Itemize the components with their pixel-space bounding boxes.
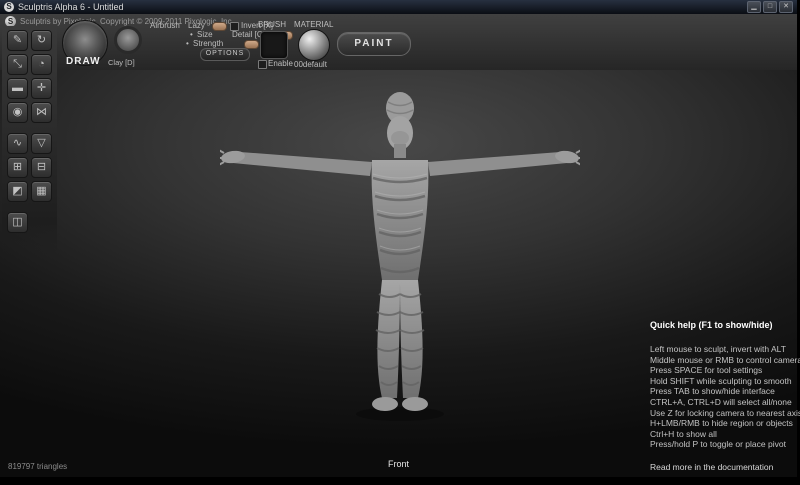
window-title: Sculptris Alpha 6 - Untitled	[18, 2, 747, 12]
airbrush-toggle[interactable]: Airbrush	[150, 21, 180, 30]
tool-symmetry[interactable]: ◫	[7, 212, 28, 233]
maximize-button[interactable]: □	[763, 1, 777, 13]
toolbar: S Sculptris by Pixologic. Copyright © 20…	[0, 14, 797, 71]
options-button[interactable]: OPTIONS	[200, 48, 250, 61]
strength-label: Strength	[193, 39, 223, 48]
help-line: Press SPACE for tool settings	[650, 365, 795, 376]
close-button[interactable]: ✕	[779, 1, 793, 13]
app-icon: S	[4, 2, 14, 12]
clay-label: Clay [D]	[108, 58, 135, 67]
tool-inflate[interactable]: ◉	[7, 102, 28, 123]
paint-mode-button[interactable]: PAINT	[337, 32, 411, 56]
brush-texture-slot[interactable]	[260, 31, 288, 59]
quick-help-panel: Quick help (F1 to show/hide) Left mouse …	[650, 320, 795, 472]
lazy-toggle[interactable]: Lazy	[188, 21, 205, 30]
draw-label: DRAW	[66, 56, 101, 67]
size-bullet: •	[190, 30, 193, 39]
quick-help-title: Quick help (F1 to show/hide)	[650, 320, 795, 330]
tool-wireframe[interactable]: ▦	[31, 181, 52, 202]
tool-group-divider	[7, 205, 52, 209]
help-line: Ctrl+H to show all	[650, 429, 795, 440]
lazy-slider-handle[interactable]	[212, 22, 227, 31]
model-figure[interactable]	[220, 78, 580, 426]
tool-reduce-brush[interactable]: ▽	[31, 133, 52, 154]
help-line: Left mouse to sculpt, invert with ALT	[650, 344, 795, 355]
size-label: Size	[197, 30, 213, 39]
help-line: Hold SHIFT while sculpting to smooth	[650, 376, 795, 387]
clay-brush-circle[interactable]	[114, 26, 142, 54]
material-name: 00default	[294, 60, 327, 69]
material-sphere[interactable]	[298, 29, 330, 61]
help-line: CTRL+A, CTRL+D will select all/none	[650, 397, 795, 408]
help-line: Press TAB to show/hide interface	[650, 386, 795, 397]
strength-bullet: •	[186, 39, 189, 48]
tool-sidebar: ✎ ↻ ⤡ ◔ ▬ ✛ ◉ ⋈ ∿ ▽ ⊞ ⊟ ◩ ▦ ◫	[2, 26, 57, 256]
brush-section-label: BRUSH	[258, 20, 286, 29]
tool-draw[interactable]: ◔	[31, 54, 52, 75]
material-section-label: MATERIAL	[294, 20, 333, 29]
help-line: H+LMB/RMB to hide region or objects	[650, 418, 795, 429]
tool-group-divider	[7, 126, 52, 130]
window-controls: ▁ □ ✕	[747, 1, 793, 13]
view-orientation-label: Front	[0, 459, 797, 469]
enable-label: Enable	[268, 59, 293, 68]
minimize-button[interactable]: ▁	[747, 1, 761, 13]
titlebar: S Sculptris Alpha 6 - Untitled ▁ □ ✕	[0, 0, 797, 14]
tool-subdivide-all[interactable]: ⊞	[7, 157, 28, 178]
tool-grab[interactable]: ✛	[31, 78, 52, 99]
sculpt-viewport[interactable]: Quick help (F1 to show/hide) Left mouse …	[0, 70, 797, 477]
help-line: Middle mouse or RMB to control camera	[650, 355, 795, 366]
tool-reduce-selected[interactable]: ⊟	[31, 157, 52, 178]
tool-mask[interactable]: ◩	[7, 181, 28, 202]
tool-crease[interactable]: ✎	[7, 30, 28, 51]
app-window: S Sculptris Alpha 6 - Untitled ▁ □ ✕ S S…	[0, 0, 797, 477]
tool-rotate[interactable]: ↻	[31, 30, 52, 51]
tool-grid: ✎ ↻ ⤡ ◔ ▬ ✛ ◉ ⋈ ∿ ▽ ⊞ ⊟ ◩ ▦ ◫	[7, 30, 57, 233]
tool-smooth[interactable]: ∿	[7, 133, 28, 154]
help-line: Use Z for locking camera to nearest axis	[650, 408, 795, 419]
tool-flatten[interactable]: ▬	[7, 78, 28, 99]
enable-checkbox[interactable]	[258, 60, 267, 69]
help-line: Press/hold P to toggle or place pivot	[650, 439, 795, 450]
tool-scale[interactable]: ⤡	[7, 54, 28, 75]
tool-pinch[interactable]: ⋈	[31, 102, 52, 123]
